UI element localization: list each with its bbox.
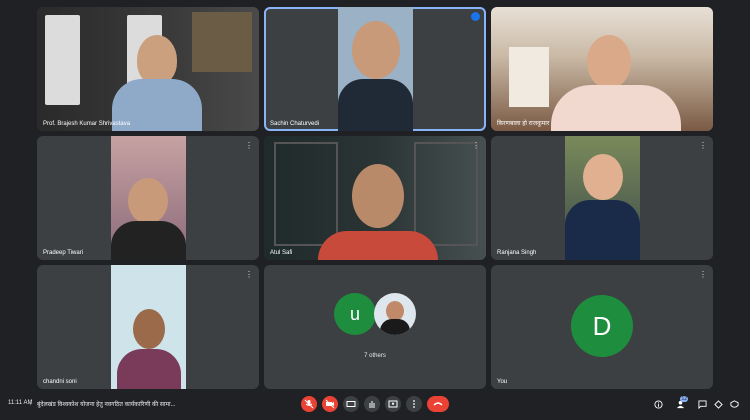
video-feed: [37, 7, 259, 131]
chat-icon[interactable]: [697, 399, 707, 409]
participant-name: Sachin Chaturvedi: [270, 121, 320, 127]
raise-hand-icon[interactable]: [364, 396, 380, 412]
avatar-d: D: [571, 295, 633, 357]
meeting-title: बुंदेलखंड विश्वकोश योजना हेतु नवगठित कार…: [37, 402, 176, 408]
video-feed: [111, 265, 186, 389]
captions-icon[interactable]: [343, 396, 359, 412]
more-vert-icon[interactable]: ⋮: [245, 141, 253, 151]
present-icon[interactable]: [385, 396, 401, 412]
mic-off-icon[interactable]: [301, 396, 317, 412]
more-vert-icon[interactable]: more-vert-icon: [699, 12, 707, 22]
participant-tile-sachin[interactable]: Sachin Chaturvedi: [264, 7, 486, 131]
camera-off-icon[interactable]: [322, 396, 338, 412]
people-count-badge: 12: [680, 396, 688, 402]
more-vert-icon[interactable]: ⋮: [472, 141, 480, 151]
avatar-u: u: [334, 293, 376, 335]
video-feed: [338, 7, 413, 131]
participant-tile-atul[interactable]: ⋮ Atul Safi: [264, 136, 486, 260]
more-vert-icon[interactable]: ⋮: [699, 270, 707, 280]
avatar-letter: u: [349, 303, 360, 324]
video-feed: [264, 136, 486, 260]
separator: |: [30, 400, 32, 406]
avatar-photo: [374, 293, 416, 335]
more-vert-icon[interactable]: ⋮: [245, 270, 253, 280]
video-feed: [565, 136, 640, 260]
participant-name: Pradeep Tiwari: [43, 250, 84, 256]
activities-icon[interactable]: [713, 399, 723, 409]
participant-name: chandni soni: [43, 379, 77, 385]
participant-tile-chandni[interactable]: ⋮ chandni soni: [37, 265, 259, 389]
participant-name: Prof. Brajesh Kumar Shrivastava: [43, 121, 131, 127]
more-vert-icon[interactable]: ⋮: [699, 141, 707, 151]
clock: 11:11 AM: [8, 400, 33, 406]
participant-name: Ranjana Singh: [497, 250, 537, 256]
participant-name: You: [497, 379, 508, 385]
hang-up-icon[interactable]: [427, 396, 449, 412]
host-controls-icon[interactable]: [729, 399, 739, 409]
participant-name: किरणबाला हो राजकुमार: [497, 121, 550, 127]
video-feed: [111, 136, 186, 260]
participant-tile-others[interactable]: u 7 others: [264, 265, 486, 389]
participant-name: Atul Safi: [270, 250, 293, 256]
participant-tile-pradeep[interactable]: ⋮ Pradeep Tiwari: [37, 136, 259, 260]
people-icon[interactable]: 12: [675, 396, 688, 409]
participant-tile-brajesh[interactable]: Prof. Brajesh Kumar Shrivastava: [37, 7, 259, 131]
speaking-icon: [471, 12, 480, 21]
participant-tile-you[interactable]: D ⋮ You: [491, 265, 713, 389]
participant-tile-kiranbala[interactable]: more-vert-icon किरणबाला हो राजकुमार: [491, 7, 713, 131]
info-icon[interactable]: [653, 399, 663, 409]
bottom-bar: 11:11 AM | बुंदेलखंड विश्वकोश योजना हेतु…: [0, 388, 750, 420]
participant-tile-ranjana[interactable]: ⋮ Ranjana Singh: [491, 136, 713, 260]
video-feed: [491, 7, 713, 131]
others-count: 7 others: [364, 353, 386, 359]
avatar-letter: D: [592, 310, 612, 341]
more-options-icon[interactable]: [406, 396, 422, 412]
